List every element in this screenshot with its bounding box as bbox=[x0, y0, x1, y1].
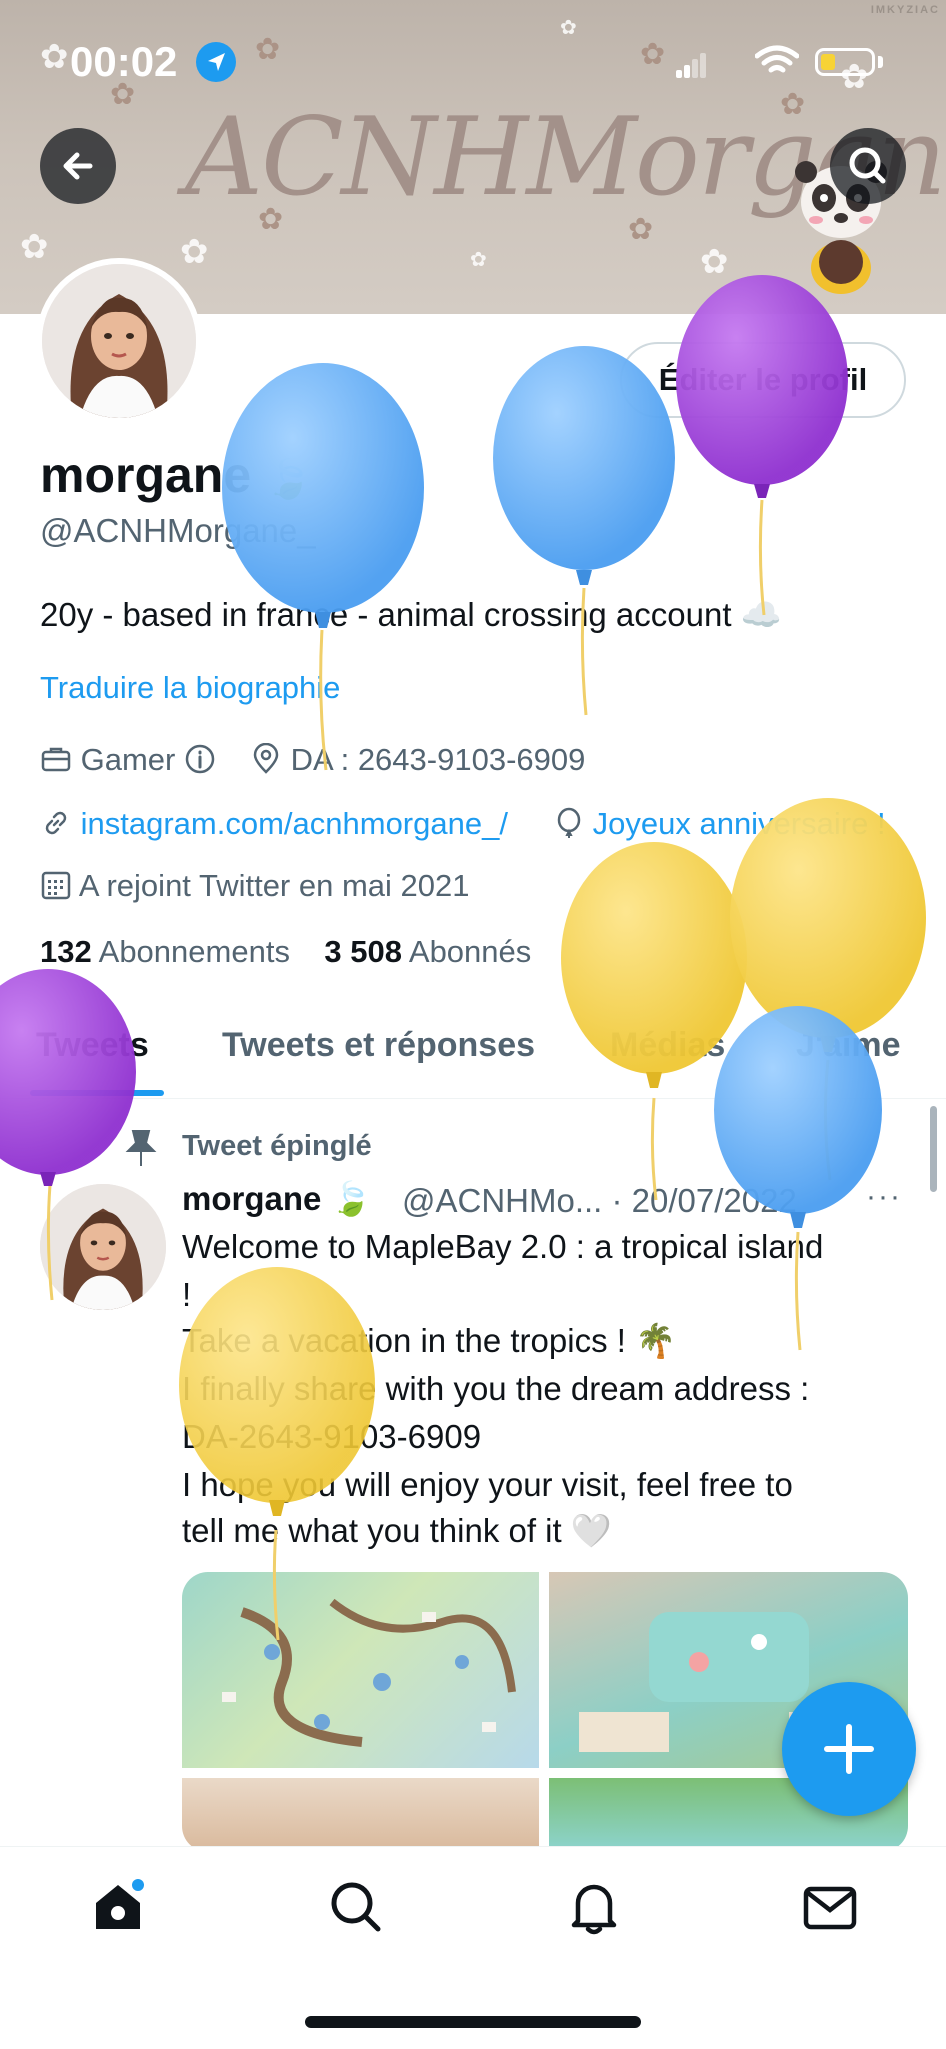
flower-decoration: ✿ bbox=[40, 38, 69, 76]
following-link[interactable]: 132 Abonnements bbox=[40, 934, 290, 969]
flower-decoration: ✿ bbox=[470, 249, 487, 271]
link-icon bbox=[45, 811, 67, 835]
media-image-map[interactable] bbox=[182, 1572, 539, 1768]
pinned-tweet-label: Tweet épinglé bbox=[182, 1130, 372, 1162]
tweet-avatar[interactable] bbox=[40, 1184, 166, 1310]
pin-icon bbox=[125, 1130, 157, 1166]
watermark: IMKYZIAC bbox=[870, 4, 940, 16]
flower-decoration: ✿ bbox=[560, 17, 577, 39]
flower-decoration: ✿ bbox=[700, 243, 729, 281]
briefcase-icon bbox=[41, 747, 71, 772]
battery-icon bbox=[815, 48, 875, 76]
tab-media[interactable]: Médias bbox=[610, 1026, 725, 1065]
back-button[interactable] bbox=[40, 128, 116, 204]
tweet-handle-date: @ACNHMo... · 20/07/2022 bbox=[402, 1182, 797, 1219]
tab-tweets[interactable]: Tweets bbox=[36, 1026, 149, 1065]
compose-plus-icon bbox=[824, 1724, 874, 1774]
search-icon bbox=[849, 147, 886, 184]
profile-birthday[interactable]: Joyeux anniversaire ! bbox=[554, 806, 886, 842]
profile-name: morgane 🍃 bbox=[40, 447, 313, 503]
scrollbar[interactable] bbox=[930, 1106, 937, 1192]
profile-handle: @ACNHMorgane_ bbox=[40, 512, 316, 549]
tweet-author-name[interactable]: morgane 🍃 bbox=[182, 1180, 372, 1219]
battery-cap bbox=[878, 56, 883, 68]
calendar-icon bbox=[41, 871, 71, 900]
avatar[interactable] bbox=[42, 264, 196, 418]
flower-decoration: ✿ bbox=[255, 33, 281, 66]
balloon-purple bbox=[676, 275, 848, 616]
tweet-text-line: DA-2643-9103-6909 bbox=[182, 1418, 482, 1455]
profile-tabs: Tweets Tweets et réponses Médias J'aime bbox=[0, 1020, 946, 1099]
profile-bio: 20y - based in france - animal crossing … bbox=[40, 596, 782, 633]
tweet-text-line: I hope you will enjoy your visit, feel f… bbox=[182, 1466, 793, 1503]
tweet-text-line: I finally share with you the dream addre… bbox=[182, 1370, 810, 1407]
leaf-emoji: 🍃 bbox=[265, 459, 313, 501]
tab-tweets-replies[interactable]: Tweets et réponses bbox=[222, 1026, 535, 1065]
flower-decoration: ✿ bbox=[640, 38, 666, 71]
search-icon[interactable] bbox=[326, 1877, 386, 1937]
follow-counts: 132 Abonnements 3 508 Abonnés bbox=[40, 934, 531, 970]
info-icon[interactable] bbox=[184, 743, 216, 775]
search-button[interactable] bbox=[830, 128, 906, 204]
followers-link[interactable]: 3 508 Abonnés bbox=[324, 934, 531, 969]
profile-location: DA : 2643-9103-6909 bbox=[250, 742, 585, 778]
media-image-shop[interactable] bbox=[182, 1778, 539, 1852]
messages-envelope-icon[interactable] bbox=[800, 1877, 860, 1937]
leaf-emoji: 🍃 bbox=[330, 1180, 372, 1217]
profile-joined: A rejoint Twitter en mai 2021 bbox=[40, 868, 470, 904]
tweet-text-line: Take a vacation in the tropics ! 🌴 bbox=[182, 1322, 677, 1359]
tweet-text-line: ! bbox=[182, 1276, 192, 1313]
balloon-blue bbox=[222, 363, 424, 771]
edit-profile-button[interactable]: Éditer le profil bbox=[620, 342, 906, 418]
active-tab-indicator bbox=[30, 1090, 164, 1096]
back-arrow-icon bbox=[63, 152, 93, 180]
profile-category: Gamer bbox=[40, 742, 216, 778]
balloon-yellow bbox=[730, 798, 926, 1181]
tweet-text-line: tell me what you think of it 🤍 bbox=[182, 1512, 612, 1549]
cloud-emoji: ☁️ bbox=[740, 596, 782, 633]
flower-decoration: ✿ bbox=[180, 233, 209, 271]
compose-tweet-button[interactable] bbox=[782, 1682, 916, 1816]
tab-likes[interactable]: J'aime bbox=[796, 1026, 901, 1065]
home-indicator[interactable] bbox=[305, 2016, 641, 2028]
balloon-icon bbox=[557, 807, 581, 838]
location-pin-icon bbox=[253, 742, 279, 774]
more-icon[interactable]: ··· bbox=[866, 1180, 902, 1214]
flower-decoration: ✿ bbox=[20, 228, 49, 266]
profile-website[interactable]: instagram.com/acnhmorgane_/ bbox=[40, 806, 508, 842]
location-services-icon bbox=[196, 42, 236, 82]
cellular-signal-icon bbox=[676, 52, 706, 78]
tweet-text-line: Welcome to MapleBay 2.0 : a tropical isl… bbox=[182, 1228, 824, 1265]
wifi-icon bbox=[755, 45, 799, 73]
notifications-bell-icon[interactable] bbox=[564, 1877, 624, 1937]
home-icon[interactable] bbox=[88, 1877, 148, 1937]
translate-bio-link[interactable]: Traduire la biographie bbox=[40, 670, 340, 706]
status-time: 00:02 bbox=[70, 38, 178, 85]
